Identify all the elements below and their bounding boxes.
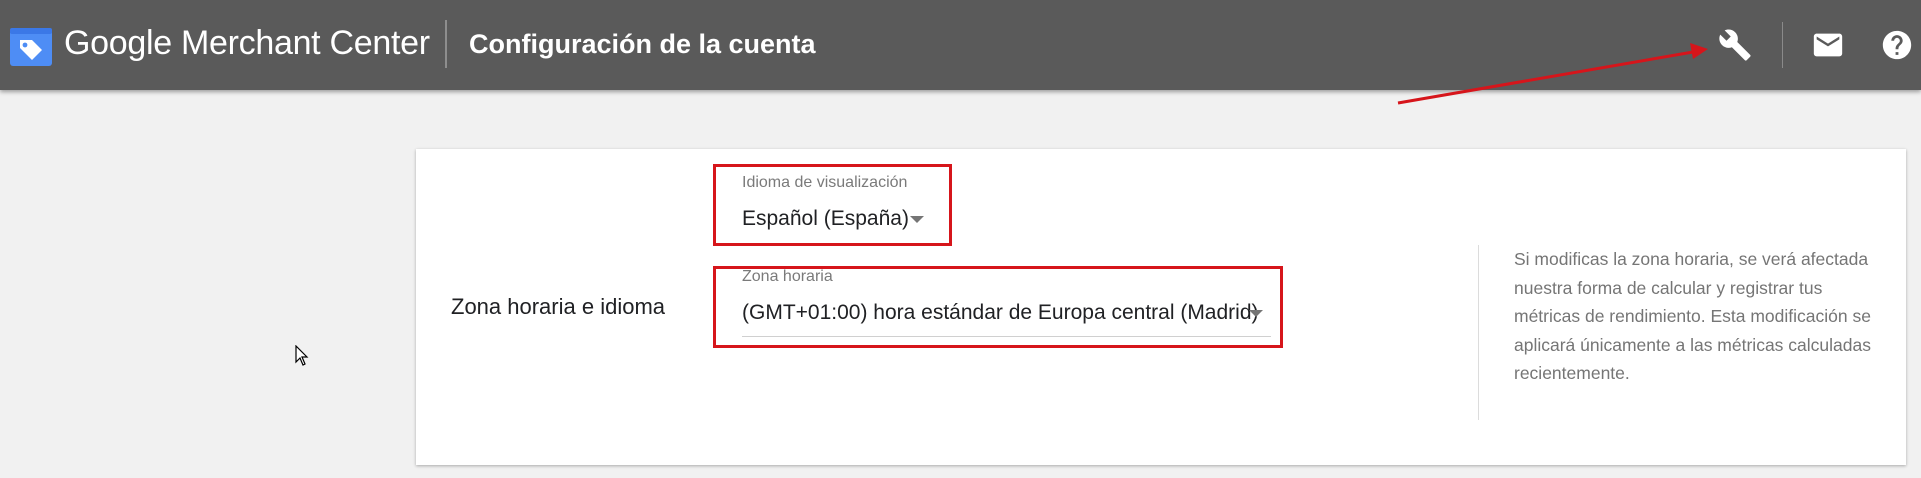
notifications-button[interactable] bbox=[1809, 26, 1847, 64]
mouse-pointer-icon bbox=[295, 345, 309, 366]
top-app-bar: Google Merchant Center Configuración de … bbox=[0, 0, 1921, 90]
app-brand[interactable]: Google Merchant Center bbox=[64, 24, 430, 63]
icon-divider bbox=[1782, 22, 1783, 68]
wrench-icon bbox=[1719, 29, 1751, 61]
title-divider bbox=[445, 20, 447, 68]
tag-icon bbox=[10, 28, 52, 66]
tools-button[interactable] bbox=[1716, 26, 1754, 64]
brand-google: Google bbox=[64, 24, 172, 62]
timezone-highlight-box bbox=[713, 266, 1283, 348]
language-highlight-box bbox=[713, 164, 952, 246]
help-button[interactable] bbox=[1878, 26, 1916, 64]
help-divider bbox=[1478, 245, 1479, 420]
timezone-help-text: Si modificas la zona horaria, se verá af… bbox=[1514, 249, 1871, 384]
page-title: Configuración de la cuenta bbox=[469, 29, 816, 59]
section-label: Zona horaria e idioma bbox=[451, 294, 666, 319]
mail-icon bbox=[1813, 33, 1843, 57]
help-icon bbox=[1882, 30, 1912, 60]
brand-product: Merchant Center bbox=[181, 24, 430, 62]
